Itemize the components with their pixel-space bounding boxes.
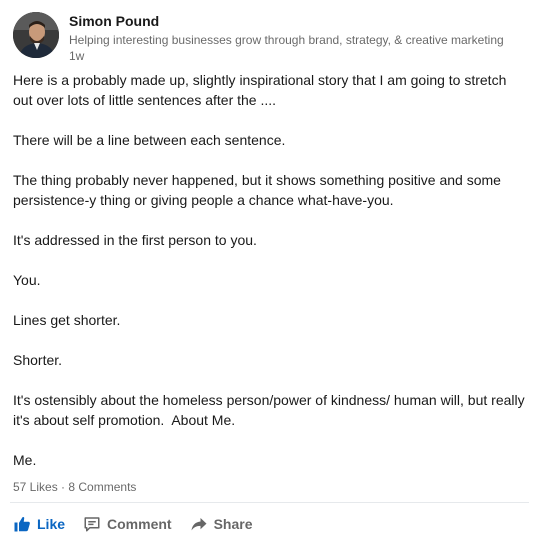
likes-count[interactable]: 57 Likes (13, 480, 58, 494)
author-name[interactable]: Simon Pound (69, 13, 159, 29)
share-arrow-icon (190, 515, 208, 533)
comment-button[interactable]: Comment (83, 515, 172, 533)
like-button[interactable]: Like (13, 515, 65, 533)
share-button[interactable]: Share (190, 515, 253, 533)
social-counts: 57 Likes · 8 Comments (13, 480, 136, 494)
avatar-photo-icon (13, 12, 59, 58)
share-label: Share (213, 516, 253, 532)
post-paragraph: There will be a line between each senten… (13, 132, 286, 148)
comment-icon (83, 515, 101, 533)
author-headline: Helping interesting businesses grow thro… (69, 33, 504, 47)
post-paragraph: Lines get shorter. (13, 312, 121, 328)
post-paragraph: Here is a probably made up, slightly ins… (13, 72, 511, 108)
thumbs-up-icon (13, 515, 31, 533)
comment-label: Comment (107, 516, 172, 532)
post-paragraph: You. (13, 272, 41, 288)
counts-separator: · (57, 480, 69, 494)
post-paragraph: It's ostensibly about the homeless perso… (13, 392, 529, 428)
post-paragraph: Shorter. (13, 352, 63, 368)
feed-post: Simon Pound Helping interesting business… (0, 0, 537, 541)
post-actions-bar: Like Comment Share (13, 513, 271, 535)
post-paragraph: The thing probably never happened, but i… (13, 172, 505, 208)
post-timestamp: 1w (69, 49, 85, 63)
post-paragraph: It's addressed in the first person to yo… (13, 232, 257, 248)
post-body: Here is a probably made up, slightly ins… (13, 70, 529, 470)
post-paragraph: Me. (13, 452, 37, 468)
post-header: Simon Pound Helping interesting business… (13, 12, 527, 63)
actions-divider (10, 502, 529, 503)
comments-count[interactable]: 8 Comments (68, 480, 136, 494)
author-avatar[interactable] (13, 12, 59, 58)
like-label: Like (37, 516, 66, 532)
